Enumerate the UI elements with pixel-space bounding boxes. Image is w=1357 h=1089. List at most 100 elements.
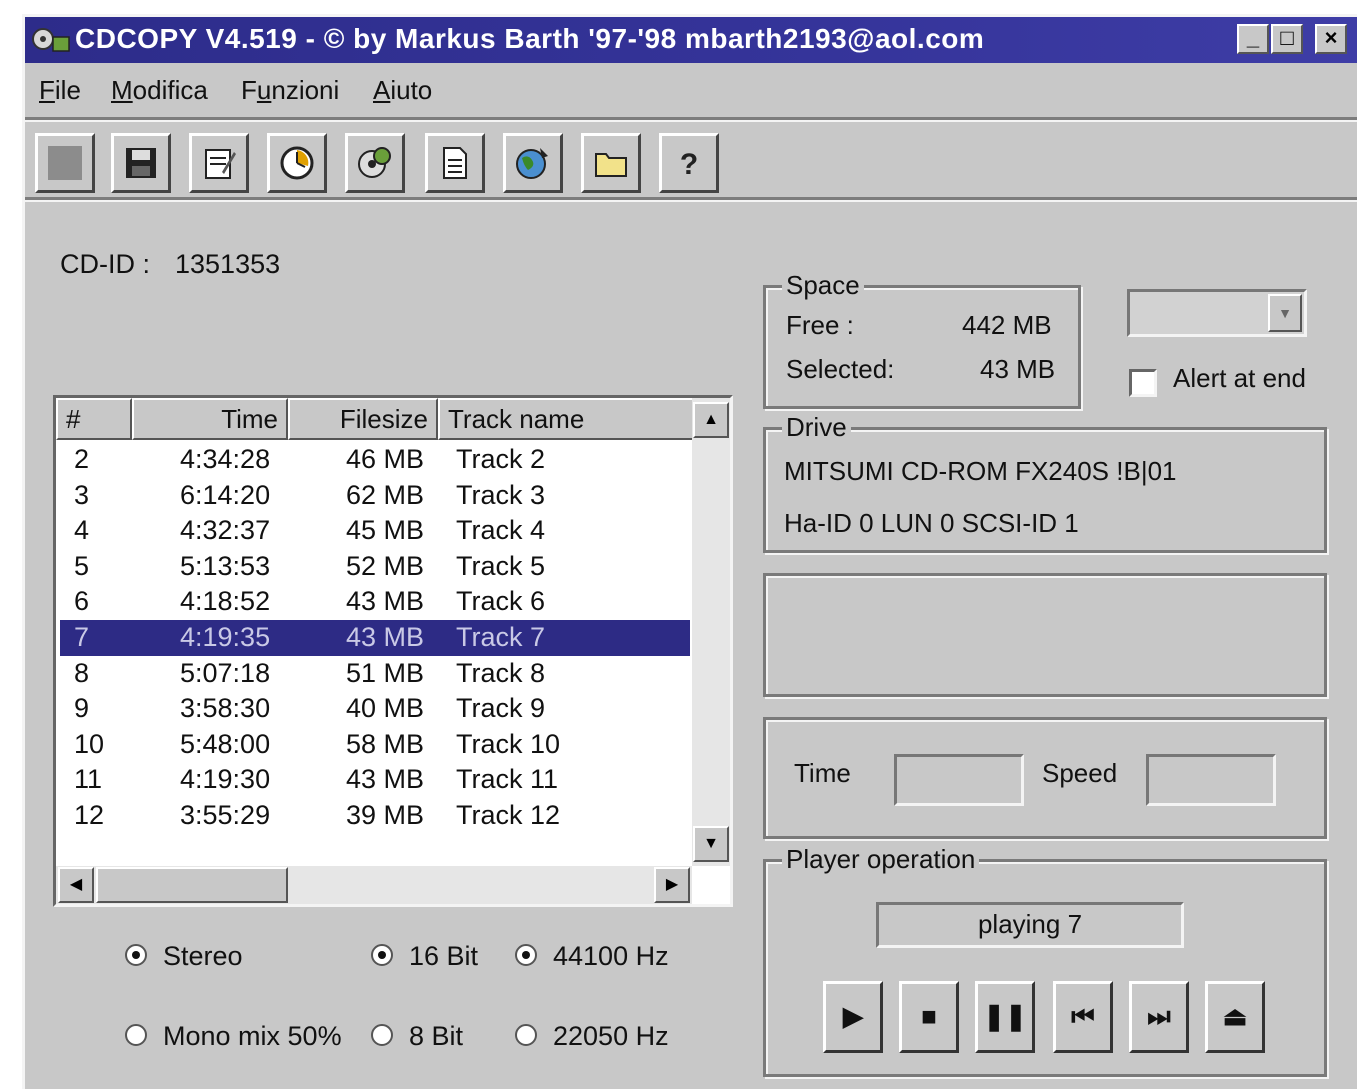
radio-44100-hz[interactable]: 44100 Hz — [515, 941, 669, 972]
toolbar: ? — [25, 127, 1357, 197]
radio-16-bit[interactable]: 16 Bit — [371, 941, 478, 972]
close-icon: × — [1324, 25, 1338, 50]
maximize-button[interactable]: □ — [1271, 24, 1303, 54]
app-window: CDCOPY V4.519 - © by Markus Barth '97-'9… — [22, 14, 1357, 1089]
radio-stereo[interactable]: Stereo — [125, 941, 243, 972]
track-time-cell: 4:19:35 — [180, 622, 271, 652]
status-panel — [763, 573, 1327, 697]
minimize-button[interactable]: _ — [1237, 24, 1269, 54]
table-row[interactable]: 4 4:32:37 45 MB Track 4 — [60, 513, 690, 549]
app-icon — [32, 28, 70, 52]
column-header-number[interactable]: # — [56, 398, 132, 440]
toolbar-button-document[interactable] — [425, 133, 485, 193]
eject-button[interactable]: ⏏ — [1205, 981, 1265, 1053]
toolbar-separator — [25, 197, 1357, 202]
menu-funzioni[interactable]: Funzioni — [241, 75, 339, 106]
stop-button[interactable]: ■ — [899, 981, 959, 1053]
table-row[interactable]: 5 5:13:53 52 MB Track 5 — [60, 549, 690, 585]
toolbar-button-stop[interactable] — [35, 133, 95, 193]
free-space-label: Free : — [786, 310, 854, 340]
arrow-right-icon: ▶ — [665, 876, 679, 893]
table-row[interactable]: 6 4:18:52 43 MB Track 6 — [60, 584, 690, 620]
chevron-down-icon: ▼ — [1278, 305, 1292, 321]
radio-dot — [371, 943, 393, 966]
scroll-right-button[interactable]: ▶ — [654, 867, 690, 903]
toolbar-button-edit[interactable] — [189, 133, 249, 193]
scroll-up-button[interactable]: ▲ — [693, 402, 729, 438]
toolbar-button-folder[interactable] — [581, 133, 641, 193]
table-row[interactable]: 9 3:58:30 40 MB Track 9 — [60, 691, 690, 727]
track-num-cell: 7 — [74, 622, 90, 652]
track-name-cell: Track 3 — [456, 479, 546, 510]
track-time-cell: 4:32:37 — [180, 515, 271, 546]
menu-modifica[interactable]: Modifica — [111, 75, 208, 106]
edit-icon — [205, 149, 236, 179]
track-time-cell: 4:19:30 — [180, 764, 271, 795]
radio-22050-hz[interactable]: 22050 Hz — [515, 1021, 669, 1052]
track-name-cell: Track 5 — [456, 550, 546, 581]
table-row[interactable]: 10 5:48:00 58 MB Track 10 — [60, 727, 690, 763]
drive-group: Drive MITSUMI CD-ROM FX240S !B|01 Ha-ID … — [763, 412, 1327, 553]
horizontal-scrollbar[interactable]: ◀ ▶ — [56, 866, 692, 904]
menu-aiuto[interactable]: Aiuto — [373, 75, 432, 106]
dropdown-button[interactable]: ▼ — [1268, 294, 1302, 332]
drive-scsi-info: Ha-ID 0 LUN 0 SCSI-ID 1 — [784, 508, 1079, 538]
toolbar-button-help[interactable]: ? — [659, 133, 719, 193]
title-bar[interactable]: CDCOPY V4.519 - © by Markus Barth '97-'9… — [25, 17, 1357, 63]
track-name-cell: Track 4 — [456, 515, 546, 546]
next-track-button[interactable]: ⏭ — [1129, 981, 1189, 1053]
scroll-left-button[interactable]: ◀ — [58, 867, 94, 903]
speed-field — [1146, 754, 1276, 806]
radio-dot — [125, 943, 147, 966]
menu-file[interactable]: File — [39, 75, 81, 106]
toolbar-button-clock[interactable] — [267, 133, 327, 193]
track-name-cell: Track 12 — [456, 800, 561, 830]
column-header-track-name[interactable]: Track name — [438, 398, 698, 440]
track-size-cell: 52 MB — [346, 550, 425, 581]
table-row-selected[interactable]: 7 4:19:35 43 MB Track 7 — [60, 620, 690, 656]
drive-select[interactable]: ▼ — [1127, 289, 1307, 337]
track-num-cell: 4 — [74, 515, 90, 546]
track-list[interactable]: # Time Filesize Track name 2 4:34:28 46 MB… — [53, 395, 733, 907]
table-row[interactable]: 11 4:19:30 43 MB Track 11 — [60, 762, 690, 798]
table-row[interactable]: 2 4:34:28 46 MB Track 2 — [60, 442, 690, 478]
track-num-cell: 9 — [74, 693, 90, 724]
close-button[interactable]: × — [1315, 24, 1347, 54]
player-group-label: Player operation — [782, 844, 980, 875]
track-num-cell: 5 — [74, 550, 90, 581]
play-button[interactable]: ▶ — [823, 981, 883, 1053]
track-size-cell: 62 MB — [346, 479, 425, 510]
selected-space-label: Selected: — [786, 354, 895, 384]
next-track-icon: ⏭ — [1147, 1001, 1171, 1031]
previous-track-button[interactable]: ⏮ — [1053, 981, 1113, 1053]
column-header-time[interactable]: Time — [132, 398, 288, 440]
menu-bar: File Modifica Funzioni Aiuto — [25, 69, 1357, 113]
eject-icon: ⏏ — [1222, 1001, 1248, 1031]
track-size-cell: 51 MB — [346, 657, 425, 688]
table-row[interactable]: 3 6:14:20 62 MB Track 3 — [60, 478, 690, 514]
table-row[interactable]: 8 5:07:18 51 MB Track 8 — [60, 656, 690, 692]
vertical-scrollbar[interactable]: ▲ ▼ — [692, 398, 730, 866]
track-name-cell: Track 6 — [456, 586, 546, 617]
radio-mono-mix[interactable]: Mono mix 50% — [125, 1021, 342, 1052]
alert-at-end-checkbox[interactable] — [1129, 369, 1157, 397]
radio-dot — [515, 943, 537, 966]
drive-name: MITSUMI CD-ROM FX240S !B|01 — [784, 456, 1177, 486]
table-row[interactable]: 12 3:55:29 39 MB Track 12 — [60, 798, 690, 834]
track-num-cell: 10 — [74, 728, 105, 759]
radio-8-bit[interactable]: 8 Bit — [371, 1021, 463, 1052]
scroll-down-button[interactable]: ▼ — [693, 826, 729, 862]
horizontal-scroll-thumb[interactable] — [96, 867, 288, 903]
track-size-cell: 46 MB — [346, 444, 425, 474]
track-num-cell: 3 — [74, 479, 90, 510]
toolbar-button-cd[interactable] — [345, 133, 405, 193]
track-name-cell: Track 2 — [456, 444, 546, 474]
toolbar-button-globe[interactable] — [503, 133, 563, 193]
track-num-cell: 8 — [74, 657, 90, 688]
radio-dot — [515, 1023, 537, 1046]
track-time-cell: 5:48:00 — [180, 728, 271, 759]
toolbar-button-save[interactable] — [111, 133, 171, 193]
pause-button[interactable]: ❚❚ — [975, 981, 1035, 1053]
column-header-filesize[interactable]: Filesize — [288, 398, 438, 440]
arrow-left-icon: ◀ — [69, 876, 83, 893]
